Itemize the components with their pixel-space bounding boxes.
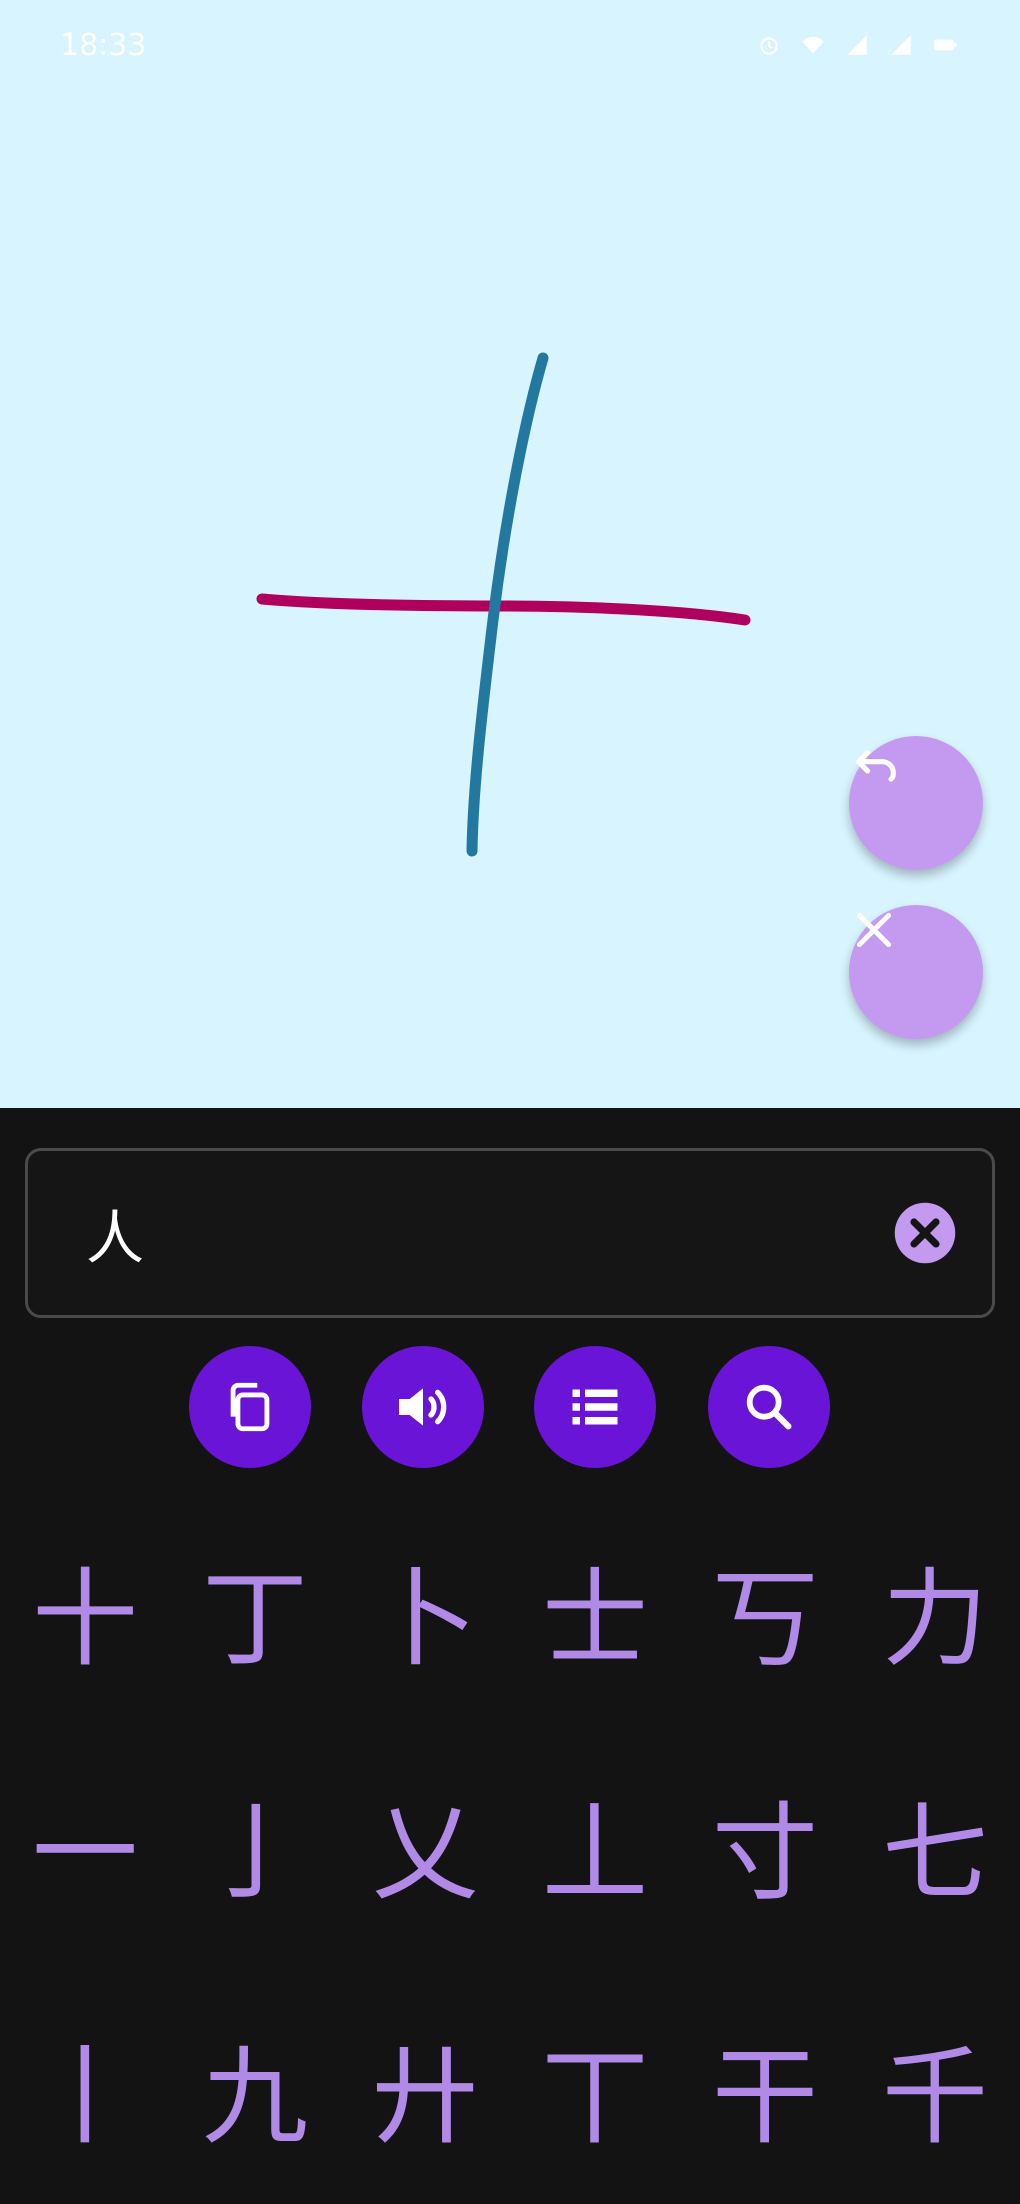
- alarm-icon: [760, 37, 778, 55]
- candidate-char[interactable]: 寸: [680, 1794, 850, 1914]
- candidate-char[interactable]: 七: [850, 1794, 1020, 1914]
- candidate-char[interactable]: 士: [510, 1560, 680, 1680]
- candidate-char[interactable]: 力: [850, 1560, 1020, 1680]
- speaker-icon: [399, 1388, 447, 1426]
- search-input-value[interactable]: 人: [86, 1191, 144, 1275]
- status-bar: 18:33: [0, 0, 1020, 90]
- drawing-canvas[interactable]: [0, 0, 1020, 1108]
- candidate-char[interactable]: 乂: [340, 1794, 510, 1914]
- list-button[interactable]: [534, 1346, 656, 1468]
- candidate-char[interactable]: 廾: [340, 2038, 510, 2158]
- action-bar: [0, 1346, 1020, 1470]
- candidate-char[interactable]: 丨: [0, 2038, 170, 2158]
- search-icon: [746, 1384, 792, 1430]
- candidate-char[interactable]: 一: [0, 1794, 170, 1914]
- candidate-char[interactable]: 十: [0, 1560, 170, 1680]
- undo-icon: [855, 749, 896, 782]
- candidate-char[interactable]: 丄: [510, 1794, 680, 1914]
- candidate-char[interactable]: 干: [680, 2038, 850, 2158]
- clear-circle-icon[interactable]: [892, 1200, 958, 1266]
- candidate-char[interactable]: 千: [850, 2038, 1020, 2158]
- status-time: 18:33: [60, 27, 147, 63]
- signal-icon: [891, 35, 911, 55]
- copy-icon: [230, 1382, 270, 1432]
- candidate-char[interactable]: 丂: [680, 1560, 850, 1680]
- speak-button[interactable]: [362, 1346, 484, 1468]
- search-field[interactable]: 人: [25, 1148, 995, 1318]
- status-icons: [754, 32, 960, 58]
- candidate-char[interactable]: 卜: [340, 1560, 510, 1680]
- candidate-char[interactable]: 丁: [170, 1560, 340, 1680]
- candidate-char[interactable]: 丅: [510, 2038, 680, 2158]
- signal-icon: [847, 35, 867, 55]
- undo-button[interactable]: [849, 736, 983, 870]
- recognition-panel: 人 十 丁 卜 士 丂 力 一 亅 乂 丄 寸 七 丨 九 廾 丅 干 千: [0, 1108, 1020, 2204]
- battery-icon: [934, 39, 957, 51]
- horizontal-stroke: [256, 593, 751, 626]
- clear-canvas-button[interactable]: [849, 905, 983, 1039]
- candidate-char[interactable]: 亅: [170, 1794, 340, 1914]
- search-button[interactable]: [708, 1346, 830, 1468]
- close-icon: [856, 912, 892, 948]
- list-icon: [572, 1389, 618, 1425]
- wifi-icon: [802, 36, 824, 54]
- candidate-char[interactable]: 九: [170, 2038, 340, 2158]
- copy-button[interactable]: [189, 1346, 311, 1468]
